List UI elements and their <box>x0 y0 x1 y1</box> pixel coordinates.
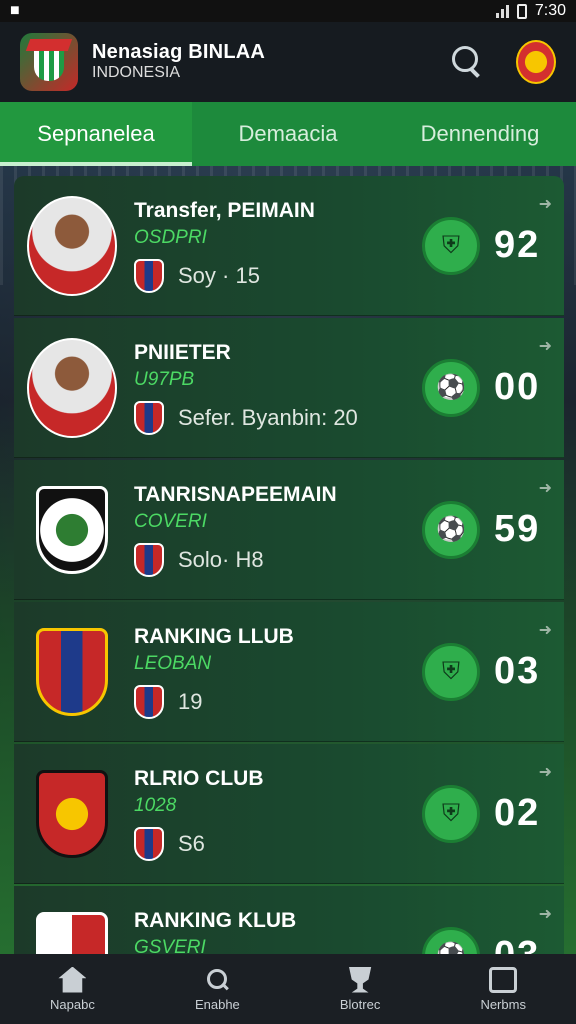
item-subtitle: 1028 <box>134 794 177 816</box>
arrow-right-icon: ➜ <box>538 480 552 497</box>
item-score: 00 <box>494 366 541 408</box>
item-title: Transfer, PEIMAIN <box>134 198 315 222</box>
tab-demaacia[interactable]: Demaacia <box>192 102 384 166</box>
item-score: 02 <box>494 792 541 834</box>
club-badge-icon <box>134 684 164 719</box>
bag-icon <box>489 966 518 993</box>
profile-badge-icon[interactable] <box>516 40 556 84</box>
item-title: RANKING KLUB <box>134 908 297 932</box>
app-title-line2: INDONESIA <box>92 64 181 82</box>
item-score: 92 <box>494 224 541 266</box>
club-badge-icon <box>134 258 164 293</box>
list-item[interactable]: Transfer, PEIMAIN OSDPRI Soy · 15 ⛨ 92 ➜ <box>14 176 564 316</box>
team-shield-icon: ⛨ <box>422 784 480 843</box>
nav-bag[interactable]: Nerbms <box>480 966 526 1012</box>
boot-icon: ⚽ <box>422 500 480 559</box>
list-item[interactable]: RLRIO CLUB 1028 S6 ⛨ 02 ➜ <box>14 744 564 884</box>
club-crest <box>36 627 108 716</box>
app-title-line1: Nenasiag BINLAA <box>92 41 266 64</box>
trophy-icon <box>348 966 372 993</box>
bottom-navigation: Napabc Enabhe Blotrec Nerbms <box>0 954 576 1024</box>
list-item[interactable]: TANRISNAPEEMAIN COVERI Solo· H8 ⚽ 59 ➜ <box>14 460 564 600</box>
nav-bag-label: Nerbms <box>480 996 526 1012</box>
item-meta: 19 <box>178 688 203 714</box>
item-subtitle: COVERI <box>134 510 207 532</box>
boot-icon: ⚽ <box>422 358 480 417</box>
tab-sepnanelea[interactable]: Sepnanelea <box>0 102 192 166</box>
club-crest <box>36 485 108 574</box>
item-score: 03 <box>494 934 541 956</box>
boot-icon: ⚽ <box>422 926 480 956</box>
arrow-right-icon: ➜ <box>538 764 552 781</box>
item-title: TANRISNAPEEMAIN <box>134 482 337 506</box>
nav-home[interactable]: Napabc <box>50 966 95 1012</box>
nav-search-label: Enabhe <box>194 996 240 1012</box>
item-score: 59 <box>494 508 541 550</box>
battery-icon <box>516 3 527 19</box>
app-title: Nenasiag BINLAA INDONESIA <box>92 41 265 82</box>
ranking-list: Transfer, PEIMAIN OSDPRI Soy · 15 ⛨ 92 ➜… <box>14 176 564 956</box>
item-title: RANKING LLUB <box>134 624 294 648</box>
club-badge-icon <box>134 542 164 577</box>
search-icon[interactable] <box>446 42 486 82</box>
item-score: 03 <box>494 650 541 692</box>
nav-home-label: Napabc <box>50 996 95 1012</box>
nav-search[interactable]: Enabhe <box>195 967 240 1012</box>
item-subtitle: U97PB <box>134 368 195 390</box>
app-logo <box>20 33 78 91</box>
app-header: Nenasiag BINLAA INDONESIA <box>0 22 576 102</box>
nav-trophy-label: Blotrec <box>339 996 381 1012</box>
item-meta: Sefer. Byanbin: 20 <box>178 404 358 430</box>
club-badge-icon <box>134 826 164 861</box>
club-crest <box>36 769 108 858</box>
player-avatar <box>27 337 117 438</box>
nav-trophy[interactable]: Blotrec <box>339 966 381 1012</box>
arrow-right-icon: ➜ <box>538 622 552 639</box>
search-icon <box>203 967 231 993</box>
arrow-right-icon: ➜ <box>538 338 552 355</box>
item-title: RLRIO CLUB <box>134 766 264 790</box>
item-meta: Soy · 15 <box>178 262 260 288</box>
list-item[interactable]: RANKING LLUB LEOBAN 19 ⛨ 03 ➜ <box>14 602 564 742</box>
clock: 7:30 <box>534 2 566 19</box>
arrow-right-icon: ➜ <box>538 906 552 923</box>
list-item[interactable]: PNIIETER U97PB Sefer. Byanbin: 20 ⚽ 00 ➜ <box>14 318 564 458</box>
club-badge-icon <box>134 400 164 435</box>
status-bar: ■ 7:30 <box>0 0 576 22</box>
item-meta: S6 <box>178 830 205 856</box>
notification-icon: ■ <box>10 2 20 19</box>
club-crest <box>36 911 108 956</box>
home-icon <box>58 966 87 993</box>
team-shield-icon: ⛨ <box>422 216 480 275</box>
item-subtitle: OSDPRI <box>134 226 207 248</box>
tab-bar: Sepnanelea Demaacia Dennending <box>0 102 576 166</box>
tab-dennending[interactable]: Dennending <box>384 102 576 166</box>
item-meta: Solo· H8 <box>178 546 264 572</box>
arrow-right-icon: ➜ <box>538 196 552 213</box>
signal-icon <box>495 4 509 18</box>
item-title: PNIIETER <box>134 340 231 364</box>
list-item[interactable]: RANKING KLUB GSVERI 61 ⚽ 03 ➜ <box>14 886 564 956</box>
team-shield-icon: ⛨ <box>422 642 480 701</box>
item-subtitle: LEOBAN <box>134 652 212 674</box>
player-avatar <box>27 195 117 296</box>
